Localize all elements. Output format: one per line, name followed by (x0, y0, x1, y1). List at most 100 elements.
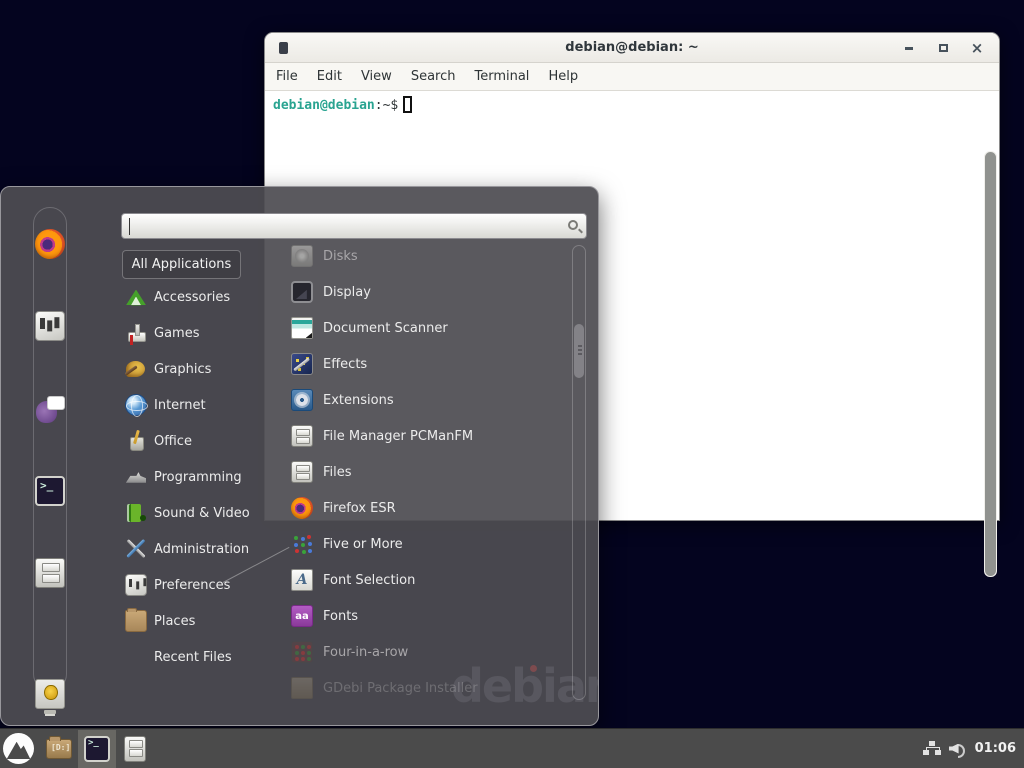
app-five-or-more[interactable]: Five or More (291, 526, 571, 562)
category-label: Preferences (154, 578, 230, 593)
category-graphics[interactable]: Graphics (121, 351, 271, 387)
app-document-scanner[interactable]: Document Scanner (291, 310, 571, 346)
system-tray: 01:06 (923, 741, 1024, 757)
graphics-icon (125, 358, 147, 380)
category-label: Graphics (154, 362, 211, 377)
app-file-manager-pcmanfm[interactable]: File Manager PCManFM (291, 418, 571, 454)
app-files[interactable]: Files (291, 454, 571, 490)
fonts-icon: aa (291, 605, 313, 627)
category-label: Recent Files (154, 650, 232, 665)
category-office[interactable]: Office (121, 423, 271, 459)
taskbar-item-file-cabinet[interactable] (116, 730, 154, 768)
category-accessories[interactable]: Accessories (121, 279, 271, 315)
category-internet[interactable]: Internet (121, 387, 271, 423)
app-four-in-a-row[interactable]: Four-in-a-row (291, 634, 571, 670)
menu-file[interactable]: File (276, 69, 298, 84)
display-icon (291, 281, 313, 303)
taskbar-item-file-manager[interactable] (40, 730, 78, 768)
terminal-menubar: File Edit View Search Terminal Help (265, 63, 999, 91)
five-or-more-icon (291, 533, 313, 555)
category-administration[interactable]: Administration (121, 531, 271, 567)
sound-video-icon (125, 502, 147, 524)
menu-edit[interactable]: Edit (317, 69, 342, 84)
category-games[interactable]: Games (121, 315, 271, 351)
office-icon (125, 430, 147, 452)
app-effects[interactable]: Effects (291, 346, 571, 382)
category-sound-video[interactable]: Sound & Video (121, 495, 271, 531)
menu-launcher-button[interactable] (3, 733, 34, 764)
fonts-aa-glyph: aa (295, 611, 309, 622)
prompt-user-host: debian@debian (273, 98, 375, 113)
terminal-title: debian@debian: ~ (265, 40, 999, 55)
file-cabinet-icon (124, 736, 146, 762)
terminal-cursor (403, 96, 412, 113)
programming-icon (125, 466, 147, 488)
app-gdebi-package-installer[interactable]: GDebi Package Installer (291, 670, 571, 706)
category-label: Programming (154, 470, 242, 485)
category-label: Accessories (154, 290, 230, 305)
preferences-icon (125, 574, 147, 596)
app-firefox-esr[interactable]: Firefox ESR (291, 490, 571, 526)
terminal-scrollbar-thumb[interactable] (985, 152, 996, 576)
app-display[interactable]: Display (291, 274, 571, 310)
terminal-app-icon (279, 42, 288, 54)
app-disks[interactable]: Disks (291, 238, 571, 274)
search-icon (568, 220, 578, 230)
clock[interactable]: 01:06 (975, 741, 1016, 756)
category-recent-files[interactable]: Recent Files (121, 639, 271, 675)
category-preferences[interactable]: Preferences (121, 567, 271, 603)
app-label: File Manager PCManFM (323, 429, 473, 444)
app-fonts[interactable]: aa Fonts (291, 598, 571, 634)
app-label: Extensions (323, 393, 394, 408)
category-places[interactable]: Places (121, 603, 271, 639)
all-applications-button[interactable]: All Applications (122, 250, 241, 279)
prompt-path: :~$ (375, 98, 398, 113)
administration-icon (125, 538, 147, 560)
text-caret (129, 218, 130, 235)
app-label: Firefox ESR (323, 501, 396, 516)
volume-icon[interactable] (949, 741, 967, 757)
search-box (121, 213, 587, 239)
font-a-glyph: A (297, 572, 308, 588)
terminal-scrollbar[interactable] (984, 151, 997, 577)
category-label: Sound & Video (154, 506, 250, 521)
app-label: Disks (323, 249, 358, 264)
taskbar-item-terminal[interactable]: >_ (78, 730, 116, 768)
menu-terminal[interactable]: Terminal (474, 69, 529, 84)
network-icon[interactable] (923, 741, 941, 757)
menu-search[interactable]: Search (411, 69, 456, 84)
taskbar: >_ 01:06 (0, 728, 1024, 768)
category-label: Places (154, 614, 195, 629)
category-label: Administration (154, 542, 249, 557)
file-manager-icon[interactable] (35, 558, 65, 588)
app-label: Five or More (323, 537, 403, 552)
category-programming[interactable]: Programming (121, 459, 271, 495)
app-label: Font Selection (323, 573, 415, 588)
firefox-icon (291, 497, 313, 519)
terminal-icon[interactable]: >_ (35, 476, 65, 506)
settings-icon[interactable] (35, 311, 65, 341)
file-cabinet-icon (291, 425, 313, 447)
category-label: Office (154, 434, 192, 449)
app-label: Fonts (323, 609, 358, 624)
menu-scrollbar[interactable] (572, 245, 586, 700)
pidgin-icon[interactable] (35, 394, 65, 424)
firefox-icon[interactable] (35, 229, 65, 259)
menu-scrollbar-thumb[interactable] (574, 324, 584, 378)
close-button[interactable]: × (969, 40, 985, 56)
lock-screen-icon[interactable] (35, 679, 65, 709)
category-label: Internet (154, 398, 206, 413)
menu-view[interactable]: View (361, 69, 392, 84)
app-font-selection[interactable]: A Font Selection (291, 562, 571, 598)
minimize-button[interactable] (901, 40, 917, 56)
terminal-titlebar[interactable]: debian@debian: ~ × (265, 33, 999, 63)
places-icon (125, 610, 147, 632)
category-list: Accessories Games Graphics Internet Offi… (121, 279, 271, 675)
menu-help[interactable]: Help (548, 69, 578, 84)
maximize-button[interactable] (935, 40, 951, 56)
app-extensions[interactable]: Extensions (291, 382, 571, 418)
search-input[interactable] (122, 214, 586, 238)
accessories-icon (125, 286, 147, 308)
four-in-a-row-icon (291, 641, 313, 663)
category-label: Games (154, 326, 199, 341)
